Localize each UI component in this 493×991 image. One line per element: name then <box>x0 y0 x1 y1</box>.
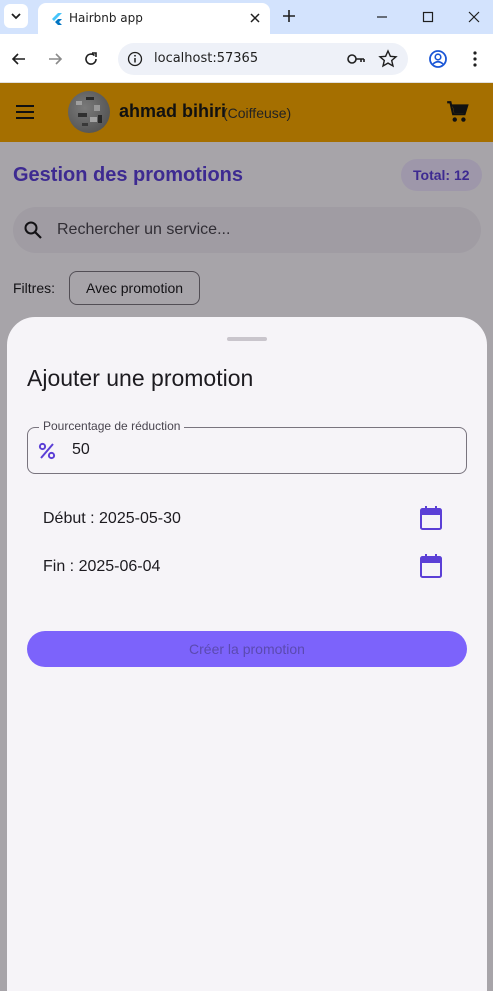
browser-menu-button[interactable] <box>464 48 486 70</box>
calendar-icon[interactable] <box>419 505 443 531</box>
star-icon[interactable] <box>378 49 398 69</box>
maximize-icon <box>422 11 434 23</box>
close-icon <box>250 13 260 23</box>
percent-icon <box>38 442 56 460</box>
end-date-text: Fin : 2025-06-04 <box>43 558 161 575</box>
tab-search-button[interactable] <box>4 4 28 28</box>
reload-icon <box>85 52 97 65</box>
account-circle-icon <box>429 50 447 68</box>
end-date-row[interactable]: Fin : 2025-06-04 <box>27 544 467 588</box>
plus-icon <box>283 10 295 22</box>
app-viewport: ahmad bihiri (Coiffeuse) Gestion des pro… <box>0 83 493 991</box>
discount-percent-label: Pourcentage de réduction <box>39 419 185 433</box>
calendar-icon[interactable] <box>419 553 443 579</box>
drag-handle[interactable] <box>227 337 267 341</box>
chevron-down-icon <box>11 13 21 20</box>
url-text: localhost:57365 <box>154 51 259 66</box>
forward-button[interactable] <box>44 48 66 70</box>
minimize-button[interactable] <box>371 6 393 28</box>
sheet-title: Ajouter une promotion <box>27 365 254 391</box>
maximize-button[interactable] <box>417 6 439 28</box>
start-date-text: Début : 2025-05-30 <box>43 510 181 527</box>
browser-tab[interactable]: Hairbnb app <box>38 3 270 34</box>
key-icon[interactable] <box>346 50 366 68</box>
discount-percent-value: 50 <box>72 441 90 458</box>
new-tab-button[interactable] <box>280 7 298 25</box>
flutter-icon <box>52 13 62 25</box>
reload-button[interactable] <box>80 48 102 70</box>
create-promotion-button[interactable]: Créer la promotion <box>27 631 467 667</box>
minimize-icon <box>377 16 387 18</box>
close-window-button[interactable] <box>463 6 485 28</box>
arrow-left-icon <box>11 53 25 65</box>
more-vert-icon <box>473 51 477 67</box>
arrow-right-icon <box>49 53 63 65</box>
add-promotion-sheet: Ajouter une promotion Pourcentage de réd… <box>7 317 487 991</box>
start-date-row[interactable]: Début : 2025-05-30 <box>27 496 467 540</box>
discount-percent-field[interactable]: Pourcentage de réduction 50 <box>27 419 467 474</box>
tab-close-button[interactable] <box>246 9 264 27</box>
profile-button[interactable] <box>427 48 449 70</box>
close-icon <box>468 11 480 23</box>
browser-tab-strip: Hairbnb app <box>0 0 493 34</box>
browser-toolbar: localhost:57365 <box>0 34 493 83</box>
back-button[interactable] <box>8 48 30 70</box>
info-icon[interactable] <box>127 51 143 67</box>
address-bar[interactable]: localhost:57365 <box>118 43 408 75</box>
tab-title: Hairbnb app <box>69 11 143 25</box>
